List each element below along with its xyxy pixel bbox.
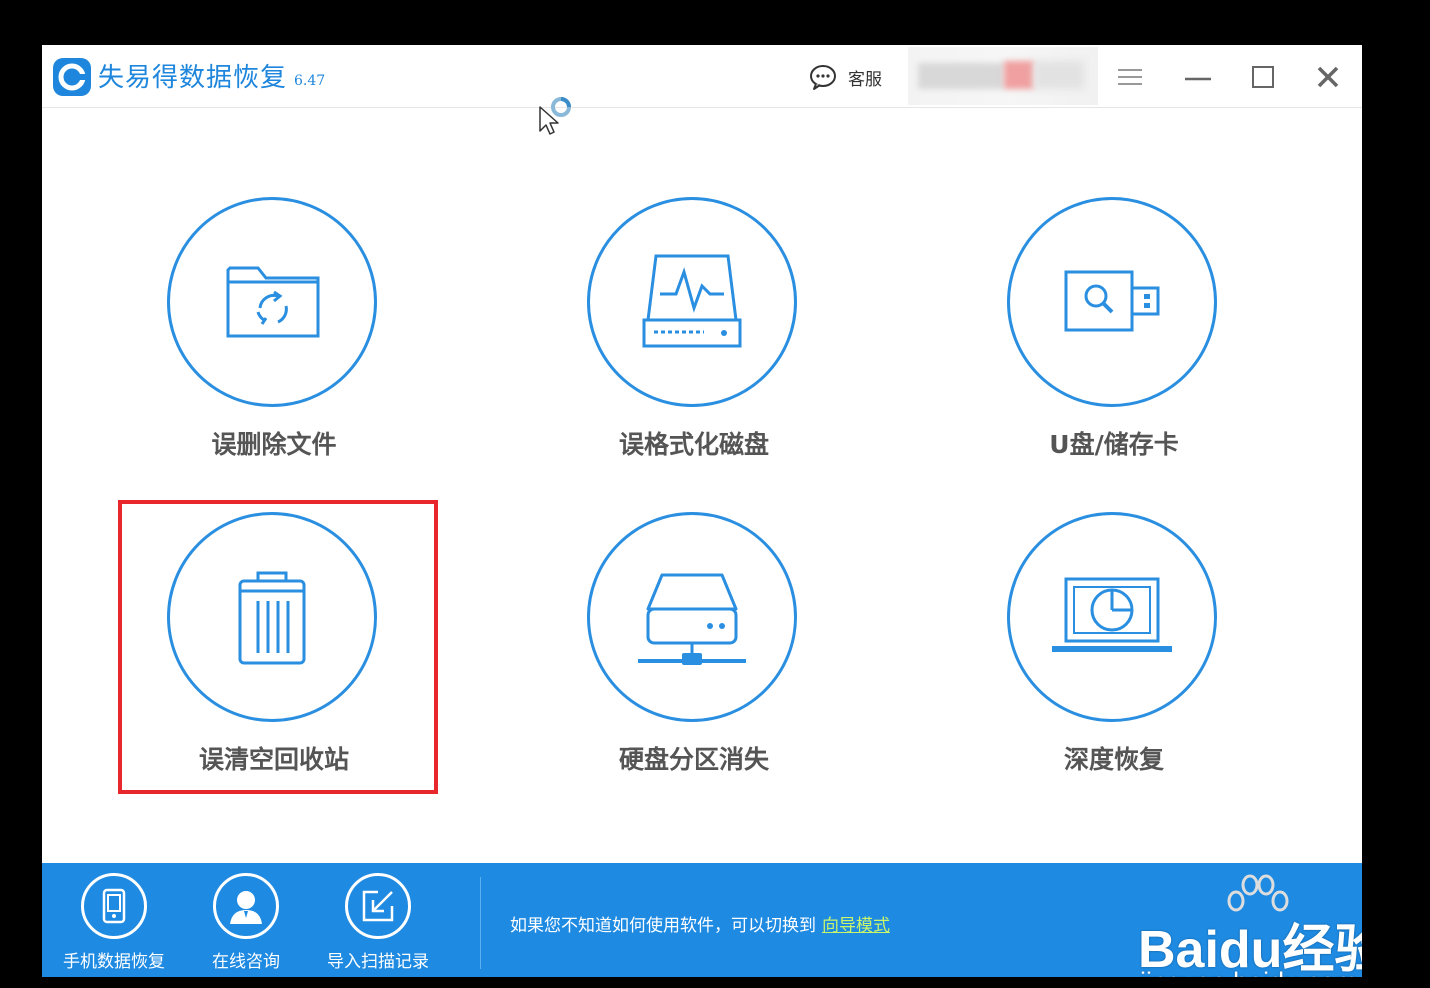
footer-button-label: 导入扫描记录 [327,952,429,972]
tile-circle [167,197,377,407]
trash-bin-icon [238,571,306,665]
tile-deleted-files[interactable]: 误删除文件 [114,197,434,497]
import-scan-record-button[interactable]: 导入扫描记录 [318,873,438,977]
network-drive-icon [638,573,746,665]
menu-icon [1118,69,1142,85]
tile-formatted-disk[interactable]: 误格式化磁盘 [534,197,854,497]
import-icon [362,890,394,922]
tile-circle [167,512,377,722]
tile-circle [587,197,797,407]
tile-label: 误删除文件 [211,430,337,459]
app-title: 失易得数据恢复 [98,63,288,93]
menu-button[interactable] [1114,61,1146,93]
folder-recycle-icon [226,266,320,338]
minimize-icon [1185,77,1211,81]
tile-circle [1007,197,1217,407]
tile-label: 深度恢复 [1063,745,1164,774]
wizard-hint: 如果您不知道如何使用软件，可以切换到 向导模式 [510,911,890,936]
app-logo-icon [53,58,91,96]
tile-label: U盘/储存卡 [1049,430,1179,459]
footer-button-label: 手机数据恢复 [63,952,165,972]
support-button[interactable]: 客服 [808,63,882,91]
chat-bubble-icon [810,65,836,90]
close-button[interactable] [1312,61,1344,93]
wizard-hint-text: 如果您不知道如何使用软件，可以切换到 [510,916,816,936]
close-icon [1317,66,1339,88]
baidu-watermark-site: jingyan.baidu.com [1140,967,1358,977]
button-ring [81,873,147,939]
tile-lost-partition[interactable]: 硬盘分区消失 [534,512,854,812]
tile-label: 误清空回收站 [198,745,349,774]
footer-divider [480,877,481,969]
wizard-mode-link[interactable]: 向导模式 [822,916,890,936]
app-version: 6.47 [294,73,326,89]
tile-circle [587,512,797,722]
tile-label: 硬盘分区消失 [618,745,769,774]
maximize-button[interactable] [1247,61,1279,93]
user-icon [230,891,262,924]
usb-drive-icon [1064,270,1160,332]
disk-pulse-icon [642,254,742,348]
recovery-mode-grid: 误删除文件 误格式化磁盘 U盘/储存卡 误清空回收站 硬盘分区消失 深度恢复 [42,107,1362,863]
footer-button-label: 在线咨询 [212,952,280,972]
tile-label: 误格式化磁盘 [618,430,769,459]
tile-deep-recovery[interactable]: 深度恢复 [954,512,1274,812]
button-ring [213,873,279,939]
user-account-blurred[interactable] [908,47,1098,105]
title-bar: 失易得数据恢复 6.47 客服 [42,45,1362,108]
button-ring [345,873,411,939]
tile-emptied-recycle-bin[interactable]: 误清空回收站 [114,512,434,812]
phone-recovery-button[interactable]: 手机数据恢复 [54,873,174,977]
online-consult-button[interactable]: 在线咨询 [186,873,306,977]
maximize-icon [1252,66,1274,88]
minimize-button[interactable] [1182,61,1214,93]
app-window: 失易得数据恢复 6.47 客服 误删除文件 误格式化磁盘 U盘/储存卡 误清空回… [42,45,1362,977]
tile-usb-card[interactable]: U盘/储存卡 [954,197,1274,497]
laptop-scan-icon [1052,577,1172,652]
phone-icon [102,888,126,924]
support-label: 客服 [848,69,882,90]
tile-circle [1007,512,1217,722]
